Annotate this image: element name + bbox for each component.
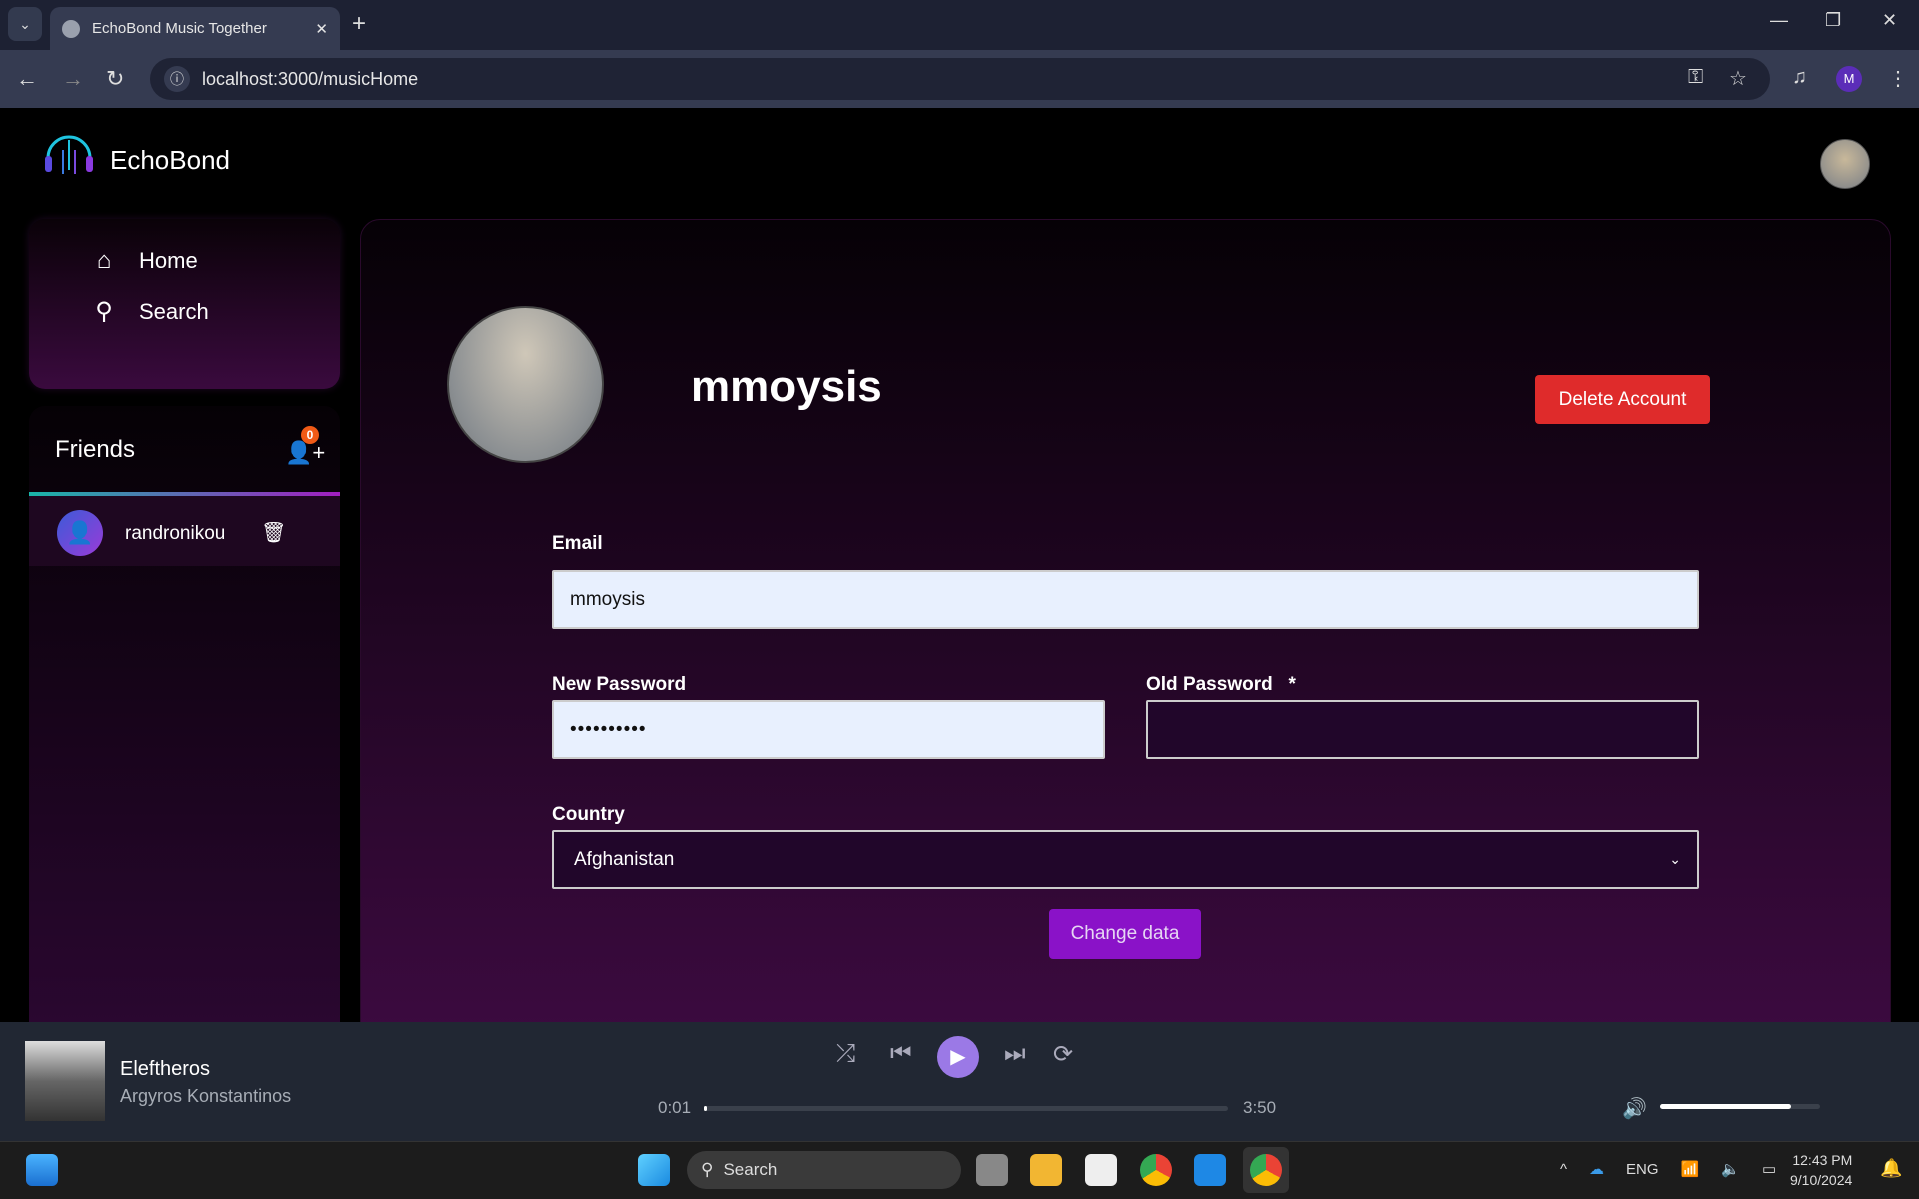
- onedrive-icon[interactable]: ☁: [1589, 1160, 1604, 1178]
- brand-name[interactable]: EchoBond: [110, 145, 230, 176]
- shuffle-icon[interactable]: ⤮: [836, 1040, 855, 1068]
- language-indicator[interactable]: ENG: [1626, 1161, 1659, 1178]
- address-bar[interactable]: ⓘ localhost:3000/musicHome: [150, 58, 1770, 100]
- close-tab-icon[interactable]: ✕: [315, 20, 328, 38]
- album-cover: [25, 1041, 105, 1121]
- next-icon[interactable]: ⏭: [1004, 1040, 1026, 1068]
- widgets-icon[interactable]: [26, 1154, 58, 1186]
- key-icon[interactable]: ⚿: [1688, 66, 1703, 89]
- search-icon: ⚲: [701, 1160, 714, 1179]
- minimize-button[interactable]: —: [1770, 10, 1788, 31]
- old-password-field[interactable]: [1146, 700, 1699, 759]
- forward-button[interactable]: →: [62, 66, 84, 92]
- restore-button[interactable]: ❐: [1825, 10, 1841, 31]
- volume-fill: [1660, 1104, 1792, 1109]
- sidebar-item-search[interactable]: ⚲ Search: [89, 297, 209, 326]
- search-placeholder: Search: [723, 1160, 778, 1179]
- echobond-logo: [45, 135, 93, 174]
- change-data-button[interactable]: Change data: [1049, 909, 1201, 959]
- browser-tab[interactable]: EchoBond Music Together ✕: [50, 7, 340, 50]
- notification-icon[interactable]: 🔔: [1880, 1158, 1902, 1179]
- new-password-field[interactable]: ••••••••••: [552, 700, 1105, 759]
- show-hidden-icons[interactable]: ^: [1560, 1161, 1567, 1178]
- system-tray: ^ ☁ ENG 📶 🔈 ▭: [1560, 1160, 1776, 1179]
- delete-account-button[interactable]: Delete Account: [1535, 375, 1710, 424]
- old-password-label: Old Password: [1146, 674, 1273, 695]
- new-password-label: New Password: [552, 674, 687, 695]
- sidebar-item-label: Home: [139, 248, 198, 273]
- back-button[interactable]: ←: [16, 66, 38, 92]
- country-select[interactable]: Afghanistan ⌄: [552, 830, 1699, 889]
- sidebar-item-label: Search: [139, 298, 209, 324]
- sidebar-nav: ⌂ Home ⚲ Search: [29, 219, 340, 389]
- battery-icon[interactable]: ▭: [1762, 1160, 1776, 1178]
- new-tab-button[interactable]: +: [352, 10, 366, 38]
- vscode-icon[interactable]: [1194, 1154, 1226, 1186]
- add-friend-icon[interactable]: 👤+: [285, 440, 325, 466]
- tab-title: EchoBond Music Together: [92, 20, 267, 37]
- volume-slider[interactable]: [1660, 1104, 1820, 1109]
- play-button[interactable]: ▶: [937, 1036, 979, 1078]
- date: 9/10/2024: [1790, 1172, 1853, 1188]
- file-explorer-icon[interactable]: [1030, 1154, 1062, 1186]
- friend-name[interactable]: randronikou: [125, 523, 225, 545]
- progress-slider[interactable]: [704, 1106, 1228, 1111]
- close-window-button[interactable]: ✕: [1882, 10, 1897, 31]
- profile-photo: [447, 306, 604, 463]
- store-icon[interactable]: [1085, 1154, 1117, 1186]
- duration: 3:50: [1243, 1098, 1277, 1117]
- reload-button[interactable]: ↻: [106, 66, 124, 92]
- chevron-down-icon: ⌄: [1669, 851, 1681, 867]
- taskbar-search[interactable]: ⚲ Search: [687, 1151, 961, 1189]
- speaker-icon[interactable]: 🔈: [1721, 1160, 1740, 1178]
- home-icon: ⌂: [96, 247, 112, 274]
- username-heading: mmoysis: [691, 362, 882, 411]
- windows-start-icon[interactable]: [638, 1154, 670, 1186]
- media-control-icon[interactable]: ♫: [1792, 66, 1807, 89]
- progress-fill: [704, 1106, 708, 1111]
- search-icon: ⚲: [95, 298, 113, 325]
- artist-name: Argyros Konstantinos: [120, 1086, 292, 1106]
- wifi-icon[interactable]: 📶: [1681, 1160, 1700, 1178]
- task-view-icon[interactable]: [976, 1154, 1008, 1186]
- current-time: 0:01: [658, 1098, 692, 1117]
- repeat-icon[interactable]: ⟳: [1053, 1040, 1073, 1069]
- email-field[interactable]: mmoysis: [552, 570, 1699, 629]
- country-value: Afghanistan: [574, 848, 675, 870]
- time: 12:43 PM: [1792, 1152, 1853, 1168]
- tab-search-button[interactable]: ⌄: [8, 7, 42, 41]
- url-text: localhost:3000/musicHome: [202, 68, 419, 89]
- user-avatar[interactable]: [1820, 139, 1870, 189]
- required-marker: *: [1288, 674, 1296, 695]
- menu-icon[interactable]: ⋮: [1888, 66, 1908, 91]
- friend-request-badge: 0: [301, 426, 319, 444]
- chrome-icon[interactable]: [1140, 1154, 1172, 1186]
- globe-icon: [62, 19, 80, 38]
- info-icon[interactable]: ⓘ: [164, 66, 190, 92]
- profile-avatar[interactable]: M: [1836, 66, 1862, 92]
- email-label: Email: [552, 533, 603, 554]
- sidebar-item-home[interactable]: ⌂ Home: [89, 247, 198, 275]
- friends-title: Friends: [55, 436, 136, 463]
- song-title: Eleftheros: [120, 1058, 211, 1080]
- friend-avatar-icon: 👤: [57, 510, 103, 556]
- clock[interactable]: 12:43 PM 9/10/2024: [1790, 1150, 1852, 1190]
- friends-panel: Friends 👤+ 0 👤 randronikou 🗑: [29, 406, 340, 1026]
- chrome-active-icon[interactable]: [1243, 1147, 1289, 1193]
- previous-icon[interactable]: ⏮: [890, 1040, 912, 1068]
- volume-icon[interactable]: 🔊: [1622, 1096, 1647, 1121]
- star-icon[interactable]: ☆: [1729, 66, 1747, 91]
- trash-icon[interactable]: 🗑: [261, 520, 286, 545]
- country-label: Country: [552, 804, 625, 825]
